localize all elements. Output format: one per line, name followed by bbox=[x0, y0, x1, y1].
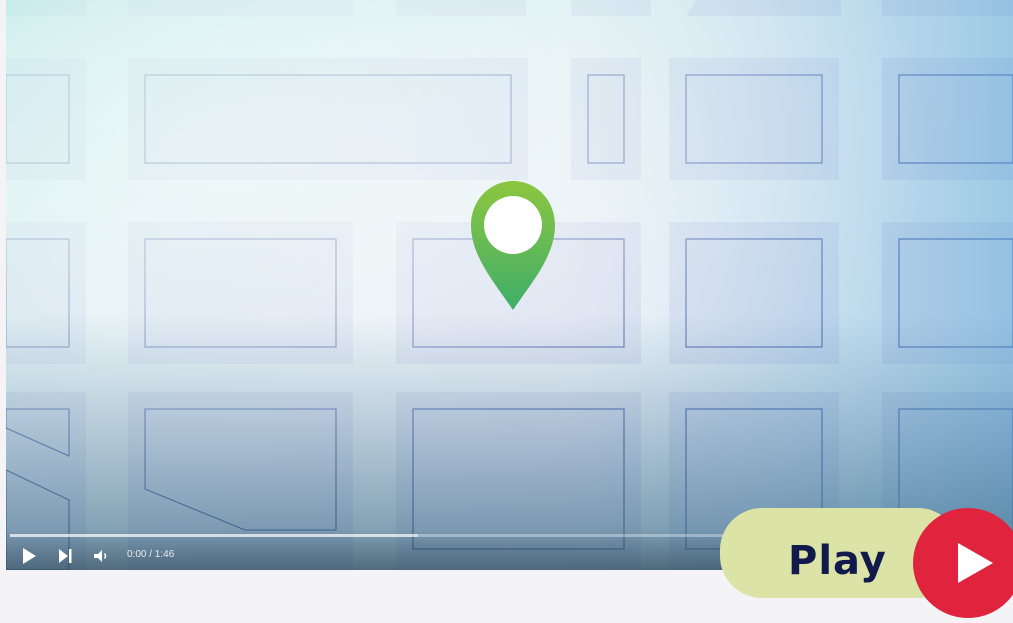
play-icon bbox=[23, 548, 36, 564]
play-icon bbox=[958, 543, 993, 583]
play-cta-button[interactable]: Play bbox=[720, 508, 1013, 618]
play-button[interactable] bbox=[18, 545, 40, 567]
time-display: 0:00 / 1:46 bbox=[127, 549, 175, 560]
volume-button[interactable] bbox=[90, 545, 112, 567]
skip-next-icon bbox=[59, 549, 72, 563]
volume-icon bbox=[94, 550, 107, 562]
video-player[interactable]: 0:00 / 1:46 bbox=[6, 0, 1013, 570]
play-cta-label: Play bbox=[788, 538, 887, 584]
progress-buffered bbox=[10, 534, 418, 537]
next-button[interactable] bbox=[54, 545, 76, 567]
play-cta-circle bbox=[913, 508, 1013, 618]
map-illustration bbox=[6, 0, 1013, 570]
